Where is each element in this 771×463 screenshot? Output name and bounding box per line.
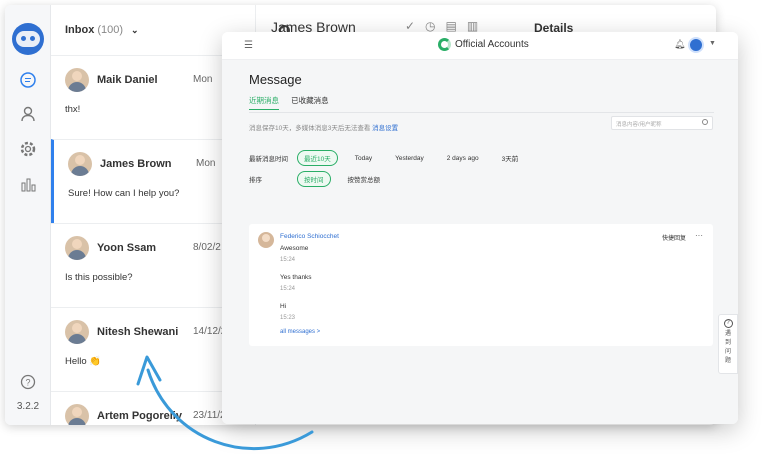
time-filter-row: 最新消息时间 最近10天 Today Yesterday 2 days ago … [249, 150, 535, 166]
message-text: Awesome [280, 245, 309, 252]
bell-icon[interactable]: 🔔︎ [674, 39, 685, 50]
sort-filter-row: 排序 按时间 按赞赏总额 [249, 171, 397, 187]
time-filter-option[interactable]: Yesterday [389, 153, 430, 164]
sender-avatar [258, 232, 274, 248]
inbox-title: Inbox [65, 24, 95, 36]
conversation-date: Mon [193, 74, 213, 85]
message-time: 15:24 [280, 286, 296, 292]
top-bar: ☰ Official Accounts 🔔︎ ▼ [222, 32, 738, 60]
sort-filter-label: 排序 [249, 177, 262, 184]
more-options-icon[interactable]: ··· [695, 231, 703, 240]
contact-name: Yoon Ssam [97, 242, 157, 254]
conversation-date: Mon [196, 158, 216, 169]
bar-chart-icon[interactable] [19, 175, 37, 193]
gear-icon[interactable] [19, 140, 37, 158]
sort-option-selected[interactable]: 按时间 [297, 171, 331, 187]
help-side-tab[interactable]: ? 遇到问题 [718, 314, 738, 374]
time-filter-option[interactable]: 3天前 [496, 151, 525, 165]
message-settings-link[interactable]: 消息设置 [372, 125, 398, 132]
avatar [68, 152, 92, 176]
avatar [65, 320, 89, 344]
official-accounts-logo-icon [438, 38, 451, 51]
tab-recent-messages[interactable]: 近期消息 [249, 95, 279, 110]
question-icon: ? [723, 319, 733, 328]
user-icon[interactable] [19, 105, 37, 123]
chevron-down-icon[interactable]: ▼ [709, 40, 716, 47]
user-avatar[interactable] [688, 37, 704, 53]
avatar [65, 236, 89, 260]
brand: Official Accounts [438, 38, 529, 51]
bot-face-icon [16, 31, 40, 47]
contact-name: Nitesh Shewani [97, 326, 179, 338]
message-page: Message 近期消息 已收藏消息 消息保存10天，多媒体消息3天后无法查看 … [222, 60, 738, 424]
message-time: 15:23 [280, 315, 296, 321]
message-text: Yes thanks [280, 274, 312, 281]
tab-saved-messages[interactable]: 已收藏消息 [291, 95, 329, 109]
time-filter-label: 最新消息时间 [249, 156, 288, 163]
time-filter-option-selected[interactable]: 最近10天 [297, 150, 338, 166]
sender-name[interactable]: Federico Schiocchet [280, 233, 339, 240]
contact-name: Artem Pogoreliy [97, 410, 182, 422]
page-title: Message [249, 72, 302, 87]
contact-name: Maik Daniel [97, 74, 158, 86]
conversation-date: 23/11/2 [193, 410, 226, 421]
sort-option[interactable]: 按赞赏总额 [342, 172, 387, 186]
bot-logo[interactable] [12, 23, 44, 55]
message-tabs: 近期消息 已收藏消息 [249, 95, 339, 110]
quick-reply-button[interactable]: 快捷回复 [662, 233, 686, 242]
conversation-date: 8/02/2 [193, 242, 221, 253]
chat-icon[interactable] [19, 71, 37, 89]
screenshot-stage: ? 3.2.2 Inbox (100) ⌄ Maik Daniel Mon th… [0, 0, 771, 463]
version-label: 3.2.2 [16, 401, 40, 412]
all-messages-link[interactable]: all messages > [280, 329, 320, 335]
brand-name: Official Accounts [455, 39, 529, 50]
tabs-divider [249, 112, 714, 113]
message-card: Federico Schiocchet 快捷回复 ··· Awesome 15:… [249, 224, 713, 346]
chat-toolbar-icons[interactable]: ✓◷▤▥ [405, 19, 488, 33]
search-input[interactable]: 消息内容/用户昵称 [611, 116, 713, 130]
help-icon[interactable]: ? [19, 373, 37, 391]
chevron-down-icon[interactable]: ⌄ [131, 25, 139, 36]
svg-text:?: ? [25, 378, 30, 388]
menu-icon[interactable]: ☰ [244, 40, 253, 51]
contact-name: James Brown [100, 158, 172, 170]
left-rail: ? 3.2.2 [5, 5, 51, 425]
help-side-tab-label: 遇到问题 [724, 331, 731, 364]
inbox-count: (100) [97, 24, 124, 36]
time-filter-option[interactable]: 2 days ago [441, 153, 485, 164]
search-icon[interactable] [702, 119, 708, 125]
official-accounts-window: ☰ Official Accounts 🔔︎ ▼ Message 近期消息 已收… [222, 32, 738, 424]
retention-note: 消息保存10天，多媒体消息3天后无法查看 消息设置 [249, 122, 398, 132]
search-placeholder: 消息内容/用户昵称 [616, 122, 662, 128]
avatar [65, 68, 89, 92]
message-time: 15:24 [280, 257, 296, 263]
retention-note-text: 消息保存10天，多媒体消息3天后无法查看 [249, 125, 371, 132]
message-text: Hi [280, 303, 287, 310]
time-filter-option[interactable]: Today [349, 153, 378, 164]
avatar [65, 404, 89, 425]
